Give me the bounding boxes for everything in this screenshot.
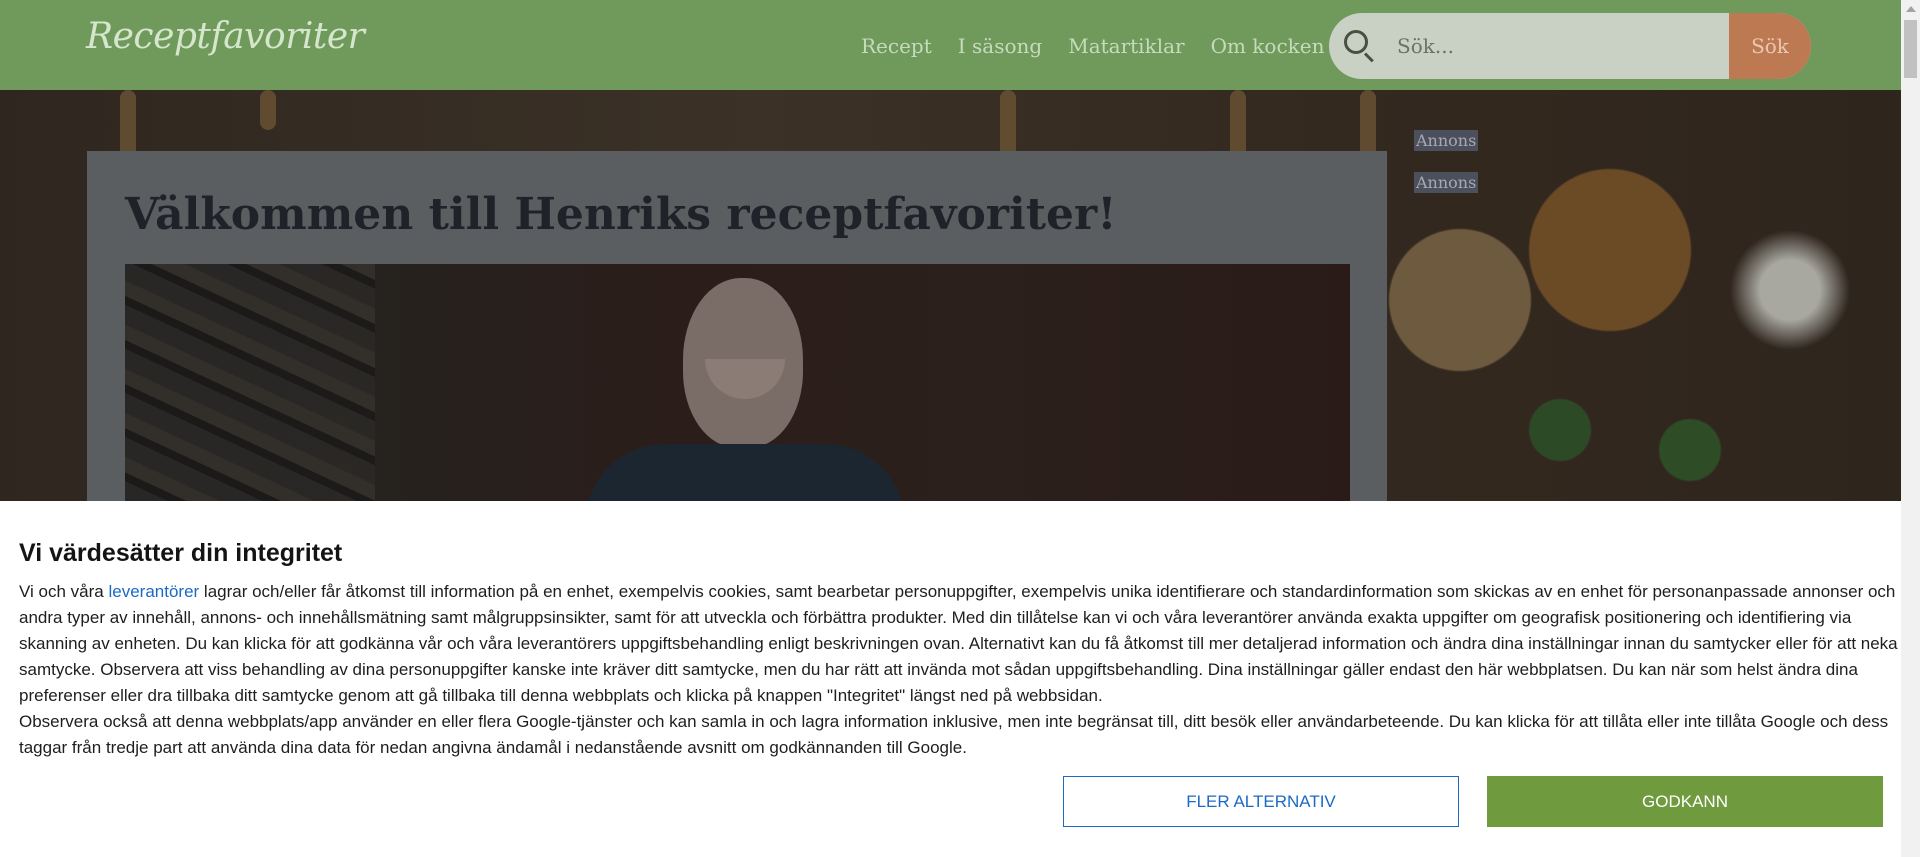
scroll-thumb[interactable] bbox=[1904, 20, 1917, 78]
consent-text: Vi och våra leverantörer lagrar och/elle… bbox=[19, 582, 1898, 757]
ad-label: Annons bbox=[1414, 172, 1479, 193]
consent-dialog: Vi värdesätter din integritet Vi och vår… bbox=[0, 501, 1901, 857]
vendors-link[interactable]: leverantörer bbox=[108, 582, 199, 601]
scrollbar[interactable] bbox=[1901, 0, 1920, 857]
search-icon bbox=[1329, 13, 1389, 79]
consent-heading: Vi värdesätter din integritet bbox=[19, 539, 343, 567]
ad-label: Annons bbox=[1414, 130, 1479, 151]
site-logo[interactable]: Receptfavoriter bbox=[86, 16, 365, 57]
welcome-card: Välkommen till Henriks receptfavoriter! bbox=[87, 151, 1387, 501]
search-bar: Sök bbox=[1329, 13, 1811, 79]
nav-om-kocken[interactable]: Om kocken bbox=[1211, 34, 1325, 58]
scroll-up-arrow-icon[interactable] bbox=[1906, 6, 1916, 12]
accept-button[interactable]: GODKANN bbox=[1487, 776, 1883, 827]
more-options-button[interactable]: FLER ALTERNATIV bbox=[1063, 776, 1459, 827]
nav-i-sasong[interactable]: I säsong bbox=[958, 34, 1042, 58]
main-nav: Recept I säsong Matartiklar Om kocken bbox=[861, 34, 1325, 58]
chef-photo bbox=[125, 264, 1350, 501]
search-input[interactable] bbox=[1389, 13, 1729, 79]
site-header: Receptfavoriter Recept I säsong Matartik… bbox=[0, 0, 1901, 90]
nav-recept[interactable]: Recept bbox=[861, 34, 932, 58]
search-button[interactable]: Sök bbox=[1729, 13, 1811, 79]
page-title: Välkommen till Henriks receptfavoriter! bbox=[125, 189, 1117, 240]
nav-matartiklar[interactable]: Matartiklar bbox=[1068, 34, 1184, 58]
